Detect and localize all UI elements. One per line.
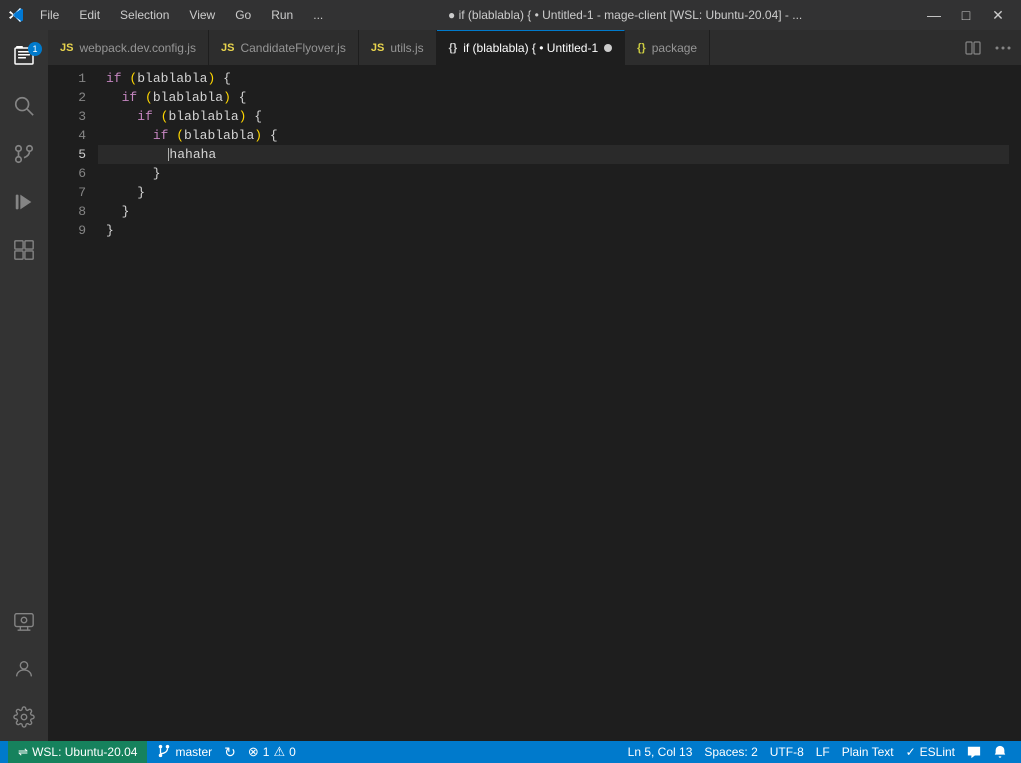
maximize-button[interactable]: □ <box>951 5 981 25</box>
line-num-3: 3 <box>48 107 86 126</box>
menu-edit[interactable]: Edit <box>71 6 108 24</box>
code-line-1: if (blablabla) { <box>98 69 1009 88</box>
tab-js-icon-2: JS <box>221 42 234 54</box>
sync-button[interactable]: ↻ <box>218 741 242 763</box>
tab-webpack[interactable]: JS webpack.dev.config.js <box>48 30 209 65</box>
eslint-item[interactable]: ✓ ESLint <box>900 741 961 763</box>
menu-selection[interactable]: Selection <box>112 6 177 24</box>
encoding-item[interactable]: UTF-8 <box>764 741 810 763</box>
tab-package[interactable]: {} package <box>625 30 710 65</box>
editor-area: JS webpack.dev.config.js JS CandidateFly… <box>48 30 1021 741</box>
tab-candidate-label: CandidateFlyover.js <box>240 41 345 55</box>
menu-more[interactable]: ... <box>305 6 331 24</box>
run-debug-activity-icon[interactable] <box>0 178 48 226</box>
search-activity-icon[interactable] <box>0 82 48 130</box>
line-num-7: 7 <box>48 183 86 202</box>
minimize-button[interactable]: — <box>919 5 949 25</box>
code-line-7: } <box>98 183 1009 202</box>
main-layout: 1 <box>0 30 1021 741</box>
tab-untitled-label: if (blablabla) { • Untitled-1 <box>463 41 598 55</box>
explorer-icon[interactable]: 1 <box>0 34 48 82</box>
tab-candidate[interactable]: JS CandidateFlyover.js <box>209 30 359 65</box>
eslint-checkmark-icon: ✓ <box>906 745 916 759</box>
indentation-item[interactable]: Spaces: 2 <box>698 741 763 763</box>
warning-icon: ⚠ <box>273 744 285 760</box>
eslint-label: ESLint <box>920 745 955 759</box>
language-mode-item[interactable]: Plain Text <box>836 741 900 763</box>
tab-utils[interactable]: JS utils.js <box>359 30 437 65</box>
code-line-5: hahaha <box>98 145 1009 164</box>
notifications-button[interactable] <box>987 741 1013 763</box>
feedback-icon[interactable] <box>961 741 987 763</box>
menu-bar: File Edit Selection View Go Run ... <box>32 6 331 24</box>
tab-bracket-icon: {} <box>449 42 458 54</box>
remote-label: WSL: Ubuntu-20.04 <box>32 745 137 759</box>
remote-indicator[interactable]: ⇌ WSL: Ubuntu-20.04 <box>8 741 147 763</box>
accounts-activity-icon[interactable] <box>0 645 48 693</box>
title-bar: File Edit Selection View Go Run ... ● if… <box>0 0 1021 30</box>
line-ending-item[interactable]: LF <box>810 741 836 763</box>
code-line-3: if (blablabla) { <box>98 107 1009 126</box>
error-count: 1 <box>263 745 270 759</box>
menu-run[interactable]: Run <box>263 6 301 24</box>
split-editor-button[interactable] <box>959 34 987 62</box>
code-line-9: } <box>98 221 1009 240</box>
tab-modified-dot <box>604 44 612 52</box>
menu-go[interactable]: Go <box>227 6 259 24</box>
line-ending-label: LF <box>816 745 830 759</box>
remote-icon: ⇌ <box>18 745 28 759</box>
menu-view[interactable]: View <box>181 6 223 24</box>
vscode-icon <box>8 7 24 23</box>
tab-js-icon: JS <box>60 42 73 54</box>
line-num-8: 8 <box>48 202 86 221</box>
tab-webpack-label: webpack.dev.config.js <box>79 41 196 55</box>
close-button[interactable]: ✕ <box>983 5 1013 25</box>
menu-file[interactable]: File <box>32 6 67 24</box>
code-line-4: if (blablabla) { <box>98 126 1009 145</box>
cursor-position-label: Ln 5, Col 13 <box>628 745 693 759</box>
status-bar: ⇌ WSL: Ubuntu-20.04 master ↻ ⊗ 1 ⚠ 0 Ln … <box>0 741 1021 763</box>
git-branch-item[interactable]: master <box>151 741 218 763</box>
sync-icon: ↻ <box>224 744 236 761</box>
editor-content[interactable]: 1 2 3 4 5 6 7 8 9 if (blablabla) { if (b… <box>48 65 1021 741</box>
warning-count: 0 <box>289 745 296 759</box>
line-num-4: 4 <box>48 126 86 145</box>
tab-js-icon-3: JS <box>371 42 384 54</box>
encoding-label: UTF-8 <box>770 745 804 759</box>
remote-activity-icon[interactable] <box>0 597 48 645</box>
code-line-6: } <box>98 164 1009 183</box>
code-editor[interactable]: if (blablabla) { if (blablabla) { if (bl… <box>98 65 1009 741</box>
line-numbers: 1 2 3 4 5 6 7 8 9 <box>48 65 98 741</box>
tab-untitled[interactable]: {} if (blablabla) { • Untitled-1 <box>437 30 626 65</box>
code-line-2: if (blablabla) { <box>98 88 1009 107</box>
extensions-activity-icon[interactable] <box>0 226 48 274</box>
line-num-9: 9 <box>48 221 86 240</box>
indentation-label: Spaces: 2 <box>704 745 757 759</box>
editor-scrollbar[interactable] <box>1009 65 1021 741</box>
tabs-actions <box>959 30 1021 65</box>
git-branch-icon <box>157 744 171 761</box>
tab-utils-label: utils.js <box>390 41 423 55</box>
tab-json-icon: {} <box>637 42 646 54</box>
line-num-2: 2 <box>48 88 86 107</box>
source-control-activity-icon[interactable] <box>0 130 48 178</box>
line-num-1: 1 <box>48 69 86 88</box>
language-label: Plain Text <box>842 745 894 759</box>
code-line-8: } <box>98 202 1009 221</box>
errors-item[interactable]: ⊗ 1 ⚠ 0 <box>242 741 302 763</box>
line-num-6: 6 <box>48 164 86 183</box>
settings-activity-icon[interactable] <box>0 693 48 741</box>
more-actions-button[interactable] <box>989 34 1017 62</box>
cursor-position-item[interactable]: Ln 5, Col 13 <box>622 741 699 763</box>
line-num-5: 5 <box>48 145 86 164</box>
explorer-badge: 1 <box>28 42 42 56</box>
window-title: ● if (blablabla) { • Untitled-1 - mage-c… <box>339 8 911 22</box>
tabs-bar: JS webpack.dev.config.js JS CandidateFly… <box>48 30 1021 65</box>
window-controls: — □ ✕ <box>919 5 1013 25</box>
tab-package-label: package <box>652 41 697 55</box>
error-icon: ⊗ <box>248 744 259 760</box>
activity-bar: 1 <box>0 30 48 741</box>
git-branch-label: master <box>175 745 212 759</box>
